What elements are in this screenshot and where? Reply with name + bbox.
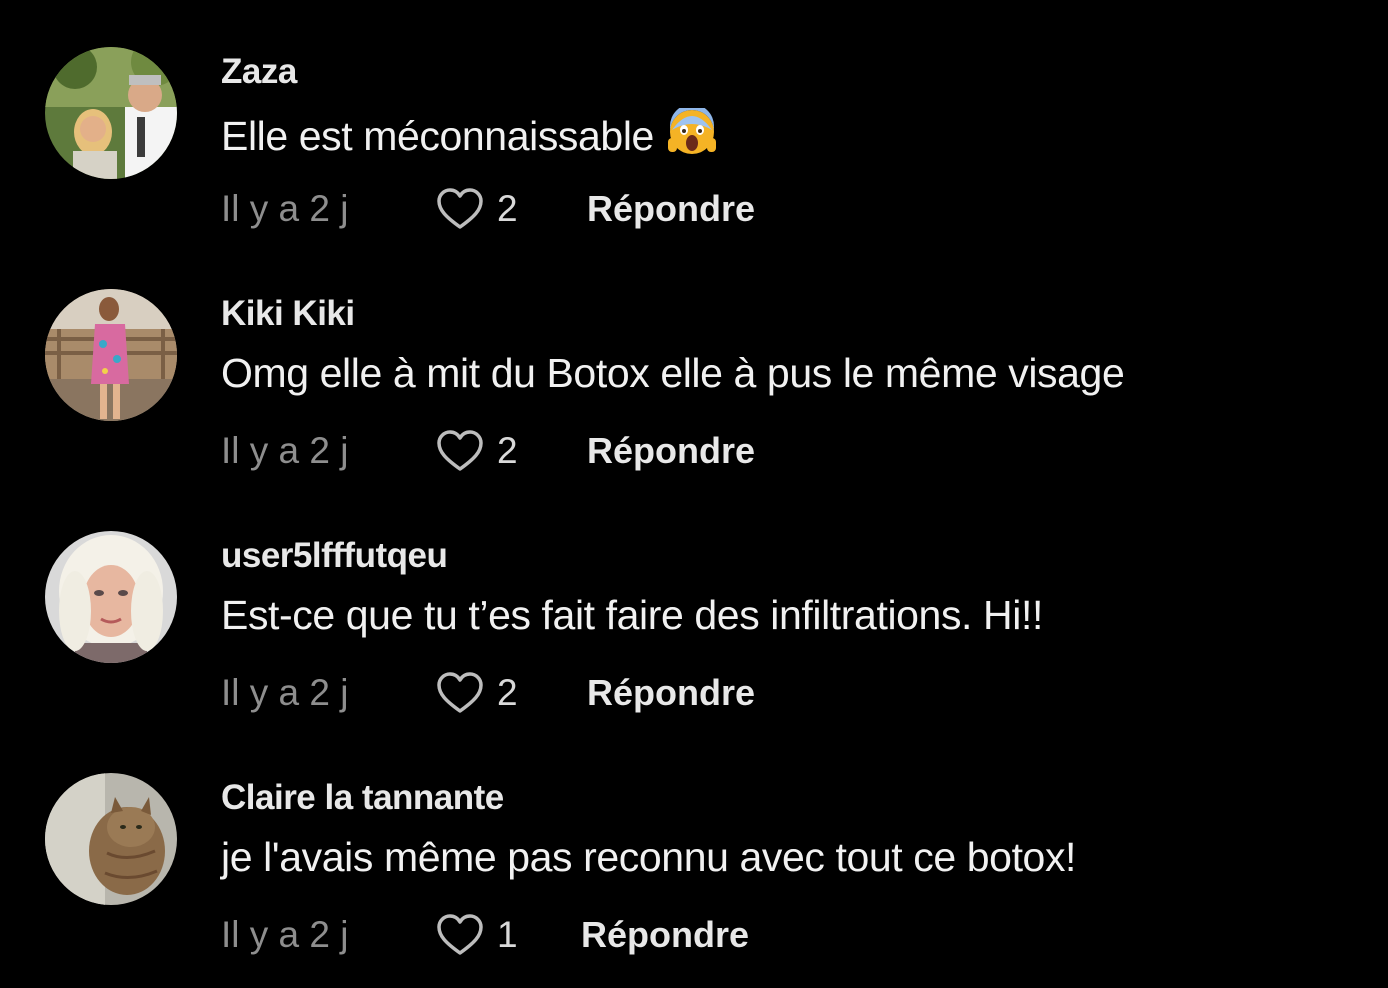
comment-username[interactable]: Zaza: [221, 52, 297, 92]
reply-button[interactable]: Répondre: [581, 914, 749, 956]
avatar[interactable]: [45, 47, 177, 179]
comment-text: Est-ce que tu t’es fait faire des infilt…: [221, 592, 1043, 639]
comment-timestamp: Il y a 2 j: [221, 914, 349, 955]
avatar[interactable]: [45, 289, 177, 421]
comment-meta: Il y a 2 j 2 Répondre: [221, 665, 755, 721]
screaming-face-emoji-icon: [667, 108, 716, 154]
comment-timestamp: Il y a 2 j: [221, 430, 349, 471]
comment-text: Omg elle à mit du Botox elle à pus le mê…: [221, 350, 1125, 397]
like-count: 1: [497, 914, 518, 955]
avatar-photo-claire: [45, 773, 177, 905]
reply-button[interactable]: Répondre: [587, 188, 755, 230]
like-button[interactable]: 2: [435, 186, 523, 232]
heart-outline-icon: [437, 672, 483, 713]
comment-item: Kiki Kiki Omg elle à mit du Botox elle à…: [0, 242, 1388, 484]
comment-username[interactable]: Claire la tannante: [221, 778, 504, 818]
comment-text-content: Est-ce que tu t’es fait faire des infilt…: [221, 592, 1043, 638]
reply-button[interactable]: Répondre: [587, 672, 755, 714]
comment-item: Zaza Elle est méconnaissable Il y a 2 j …: [0, 0, 1388, 242]
avatar-photo-user5lfffutqeu: [45, 531, 177, 663]
comment-username[interactable]: Kiki Kiki: [221, 294, 355, 334]
comment-timestamp: Il y a 2 j: [221, 672, 349, 713]
comment-timestamp: Il y a 2 j: [221, 188, 349, 229]
like-button[interactable]: 2: [435, 670, 523, 716]
comment-list: Zaza Elle est méconnaissable Il y a 2 j …: [0, 0, 1388, 988]
heart-outline-icon: [437, 430, 483, 471]
heart-outline-icon: [437, 914, 483, 955]
heart-outline-icon: [437, 188, 483, 229]
like-count: 2: [497, 672, 518, 713]
comment-meta: Il y a 2 j 1 Répondre: [221, 907, 749, 963]
comment-item: user5lfffutqeu Est-ce que tu t’es fait f…: [0, 484, 1388, 726]
avatar[interactable]: [45, 773, 177, 905]
like-button[interactable]: 1: [435, 912, 523, 958]
comment-username[interactable]: user5lfffutqeu: [221, 536, 448, 576]
reply-button[interactable]: Répondre: [587, 430, 755, 472]
comment-item: Claire la tannante je l'avais même pas r…: [0, 726, 1388, 968]
avatar-photo-zaza: [45, 47, 177, 179]
like-button[interactable]: 2: [435, 428, 523, 474]
like-count: 2: [497, 430, 518, 471]
comment-meta: Il y a 2 j 2 Répondre: [221, 423, 755, 479]
like-count: 2: [497, 188, 518, 229]
comment-text-content: Elle est méconnaissable: [221, 113, 654, 159]
avatar[interactable]: [45, 531, 177, 663]
avatar-photo-kiki: [45, 289, 177, 421]
comment-meta: Il y a 2 j 2 Répondre: [221, 181, 755, 237]
comment-text-content: Omg elle à mit du Botox elle à pus le mê…: [221, 350, 1125, 396]
comment-text: Elle est méconnaissable: [221, 108, 716, 160]
comment-text-content: je l'avais même pas reconnu avec tout ce…: [221, 834, 1077, 880]
comment-text: je l'avais même pas reconnu avec tout ce…: [221, 834, 1076, 881]
